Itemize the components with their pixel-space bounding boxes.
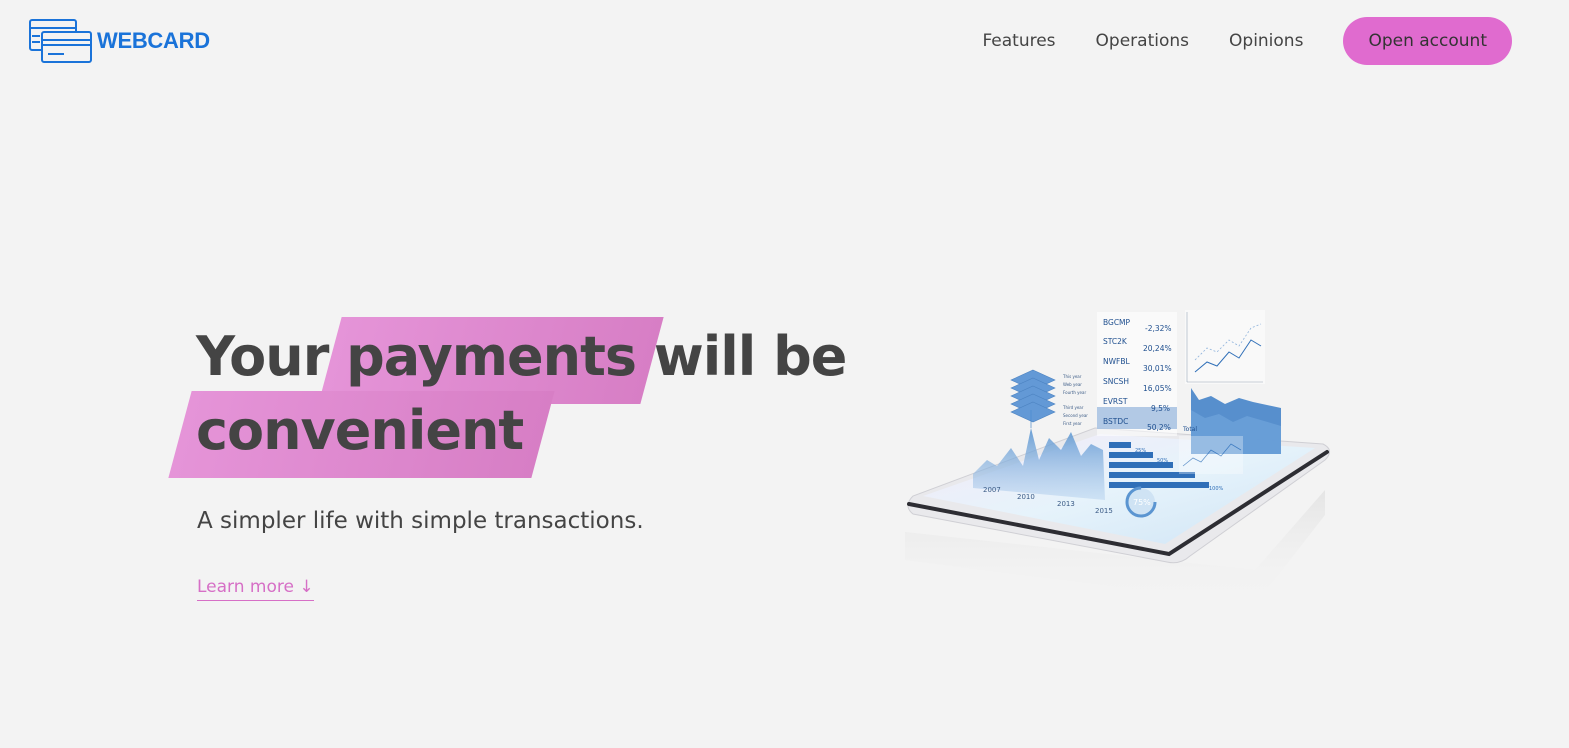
- hero-title-highlight-convenient: convenient: [196, 394, 524, 468]
- bar-label: 50%: [1157, 458, 1168, 464]
- hero-title-line-1: Your payments will be: [196, 320, 847, 394]
- ticker-symbol: BGCMP: [1103, 318, 1131, 327]
- ticker-symbol: STC2K: [1103, 337, 1128, 346]
- nav-link-operations[interactable]: Operations: [1096, 31, 1189, 51]
- ticker-symbol: SNCSH: [1103, 377, 1129, 386]
- ticker-symbol: NWFBL: [1103, 357, 1130, 366]
- ticker-value: 30,01%: [1143, 364, 1172, 373]
- panel-label: Total: [1182, 426, 1197, 433]
- legend-item: First year: [1063, 421, 1082, 426]
- legend-item: Second year: [1063, 413, 1088, 418]
- legend-item: Web year: [1063, 382, 1082, 387]
- year-label: 2010: [1017, 493, 1035, 501]
- bar-row: [1109, 482, 1209, 488]
- cards-icon: [29, 19, 92, 63]
- year-label: 2007: [983, 486, 1001, 494]
- legend-item: Third year: [1062, 405, 1084, 410]
- legend-item: This year: [1062, 374, 1082, 379]
- ticker-value: 9,5%: [1151, 404, 1170, 413]
- layer-stack: [1010, 369, 1056, 423]
- bar-row: [1109, 452, 1153, 458]
- bar-row: [1109, 442, 1131, 448]
- hero-title-highlight-payments: payments: [346, 320, 637, 394]
- hero-illustration: 2007 2010 2013 2015 25% 50% 19% 100% 75%…: [905, 310, 1330, 605]
- ticker-value: -2,32%: [1145, 324, 1172, 333]
- open-account-button[interactable]: Open account: [1343, 17, 1512, 65]
- year-label: 2013: [1057, 500, 1075, 508]
- hero-title: Your payments will be convenient: [196, 320, 847, 468]
- hero-title-prefix: Your: [196, 325, 329, 388]
- ticker-symbol: BSTDC: [1103, 417, 1128, 426]
- hero-subtitle: A simpler life with simple transactions.: [197, 508, 644, 534]
- small-line-panel: [1179, 436, 1243, 474]
- ticker-value: 16,05%: [1143, 384, 1172, 393]
- ticker-value: 20,24%: [1143, 344, 1172, 353]
- bar-label: 100%: [1209, 486, 1224, 492]
- bar-label: 25%: [1135, 448, 1146, 454]
- brand-name: WEBCARD: [97, 28, 210, 53]
- hero-title-suffix: will be: [653, 325, 847, 388]
- nav-link-opinions[interactable]: Opinions: [1229, 31, 1303, 51]
- legend-item: Fourth year: [1063, 390, 1086, 395]
- line-chart-panel: [1185, 310, 1265, 384]
- hero-title-line-2: convenient: [196, 394, 846, 468]
- legend: This year Web year Fourth year Third yea…: [1062, 374, 1088, 426]
- brand-logo[interactable]: WEBCARD: [29, 18, 210, 64]
- ticker-symbol: EVRST: [1103, 397, 1128, 406]
- nav-link-features[interactable]: Features: [982, 31, 1055, 51]
- ticker-value: 50,2%: [1147, 423, 1171, 432]
- gauge-label: 75%: [1133, 498, 1151, 507]
- year-label: 2015: [1095, 507, 1113, 515]
- learn-more-link[interactable]: Learn more ↓: [197, 577, 314, 601]
- main-nav: Features Operations Opinions Open accoun…: [982, 17, 1512, 65]
